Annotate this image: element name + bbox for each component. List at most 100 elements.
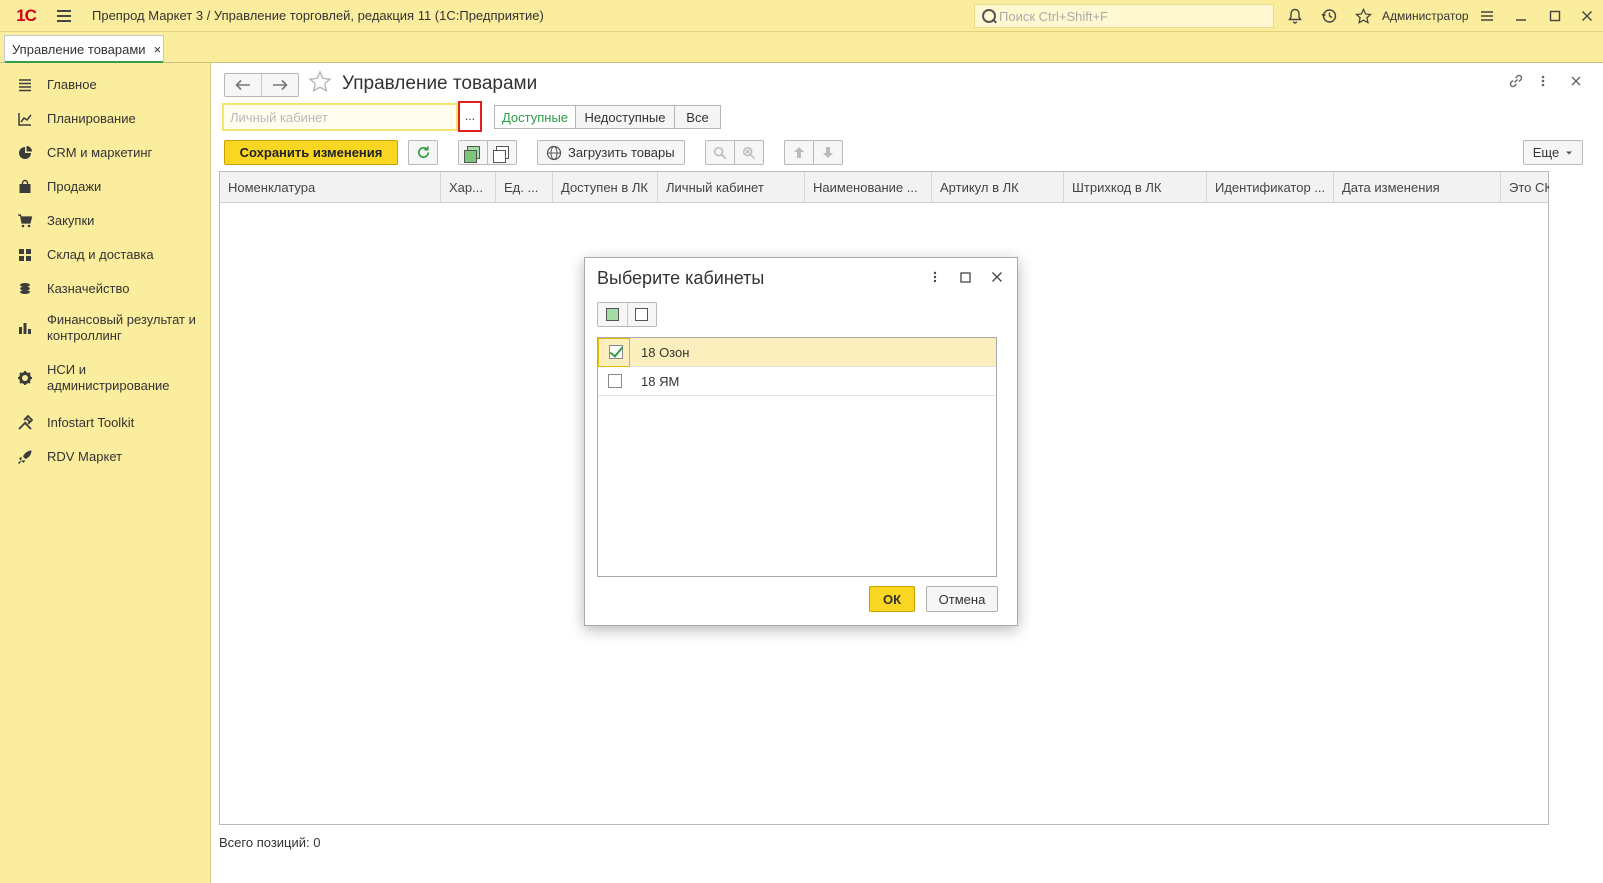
dialog-uncheck-all-button[interactable] xyxy=(626,303,657,326)
check-all-icon xyxy=(463,146,480,163)
lk-filter-field[interactable] xyxy=(222,103,458,131)
planning-chart-icon xyxy=(15,109,35,129)
sidebar-item-finrezultat[interactable]: Финансовый результат и контроллинг xyxy=(0,311,211,345)
favorites-star-icon[interactable] xyxy=(1351,4,1375,28)
settings-lines-icon[interactable] xyxy=(1475,4,1499,28)
col-shtrihkod-v-lk[interactable]: Штрихкод в ЛК xyxy=(1064,172,1207,203)
col-eto-skgt[interactable]: Это СКГТ xyxy=(1501,172,1549,203)
window-title: Препрод Маркет 3 / Управление торговлей,… xyxy=(92,8,544,23)
sidebar-item-glavnoe[interactable]: Главное xyxy=(0,73,211,97)
filter-available-button[interactable]: Доступные xyxy=(494,105,576,129)
checkbox-cell[interactable] xyxy=(598,367,630,396)
more-button[interactable]: Еще xyxy=(1523,140,1583,165)
col-data-izmeneniya[interactable]: Дата изменения xyxy=(1334,172,1501,203)
minimize-icon[interactable] xyxy=(1509,4,1533,28)
load-goods-button[interactable]: Загрузить товары xyxy=(537,140,685,165)
link-icon[interactable] xyxy=(1508,73,1524,93)
refresh-button[interactable] xyxy=(408,140,438,165)
magnifier-icon xyxy=(713,146,727,159)
cancel-search-button[interactable] xyxy=(734,140,764,165)
uncheck-all-button[interactable] xyxy=(487,140,517,165)
total-value: 0 xyxy=(313,835,321,850)
main-menu-icon[interactable] xyxy=(50,0,78,32)
sidebar-item-label: CRM и маркетинг xyxy=(47,145,153,160)
checkbox-cell[interactable] xyxy=(598,337,630,367)
gear-icon xyxy=(15,368,35,388)
sidebar-item-zakupki[interactable]: Закупки xyxy=(0,209,211,233)
move-down-button[interactable] xyxy=(813,140,843,165)
checkbox-unchecked[interactable] xyxy=(608,374,622,388)
select-cabinets-dialog: Выберите кабинеты 18 Озон 18 ЯМ ОК Отмен… xyxy=(584,257,1018,626)
select-lk-button[interactable]: ... xyxy=(458,101,482,132)
logo-text: 1С xyxy=(16,5,37,25)
sidebar-item-sklad[interactable]: Склад и доставка xyxy=(0,243,211,267)
list-item-label: 18 ЯМ xyxy=(641,373,680,389)
sidebar-item-label: Планирование xyxy=(47,111,136,126)
sidebar-item-label: Главное xyxy=(47,77,97,92)
pie-chart-icon xyxy=(15,143,35,163)
col-harakteristika[interactable]: Хар... xyxy=(441,172,496,203)
col-artikul-v-lk[interactable]: Артикул в ЛК xyxy=(932,172,1064,203)
search-button[interactable] xyxy=(705,140,735,165)
sidebar-item-infostart[interactable]: Infostart Toolkit xyxy=(0,411,211,435)
uncheck-all-icon xyxy=(492,146,509,163)
sidebar-item-rdv[interactable]: RDV Маркет xyxy=(0,445,211,469)
sidebar-item-planirovanie[interactable]: Планирование xyxy=(0,107,211,131)
ok-button[interactable]: ОК xyxy=(869,586,915,612)
checkbox-checked[interactable] xyxy=(609,345,623,359)
arrow-down-icon xyxy=(823,147,833,158)
total-label: Всего позиций: xyxy=(219,835,310,850)
forward-arrow-icon[interactable] xyxy=(261,74,298,96)
coins-icon xyxy=(15,279,35,299)
bell-icon[interactable] xyxy=(1283,4,1307,28)
search-input[interactable] xyxy=(999,8,1259,24)
dialog-title: Выберите кабинеты xyxy=(597,268,765,288)
global-search[interactable] xyxy=(974,4,1274,28)
col-nomenklatura[interactable]: Номенклатура xyxy=(220,172,441,203)
sidebar-item-prodazhi[interactable]: Продажи xyxy=(0,175,211,199)
dialog-more-vert-icon[interactable] xyxy=(932,270,938,287)
col-identifikator[interactable]: Идентификатор ... xyxy=(1207,172,1334,203)
tab-close-icon[interactable]: × xyxy=(154,42,162,57)
filter-unavailable-button[interactable]: Недоступные xyxy=(575,105,675,129)
col-dostupen-v-lk[interactable]: Доступен в ЛК xyxy=(553,172,658,203)
cabinets-list[interactable]: 18 Озон 18 ЯМ xyxy=(597,337,997,577)
sidebar-item-kaznacheystvo[interactable]: Казначейство xyxy=(0,277,211,301)
check-all-button[interactable] xyxy=(458,140,488,165)
magnifier-cancel-icon xyxy=(742,146,756,159)
add-favorite-star-icon[interactable] xyxy=(308,70,332,101)
dialog-check-all-button[interactable] xyxy=(598,303,627,326)
save-changes-button[interactable]: Сохранить изменения xyxy=(224,140,398,165)
title-bar: 1С Препрод Маркет 3 / Управление торговл… xyxy=(0,0,1603,32)
col-naimenovanie[interactable]: Наименование ... xyxy=(805,172,932,203)
list-item[interactable]: 18 Озон xyxy=(598,337,996,367)
close-form-icon[interactable] xyxy=(1570,73,1582,91)
col-edinica[interactable]: Ед. ... xyxy=(496,172,553,203)
sidebar-item-label: Склад и доставка xyxy=(47,247,154,262)
col-lichny-kabinet[interactable]: Личный кабинет xyxy=(658,172,805,203)
sidebar-item-crm[interactable]: CRM и маркетинг xyxy=(0,141,211,165)
tab-upravlenie-tovarami[interactable]: Управление товарами × xyxy=(4,35,164,63)
load-goods-label: Загрузить товары xyxy=(568,145,675,160)
list-item[interactable]: 18 ЯМ xyxy=(598,367,996,396)
app-logo[interactable]: 1С xyxy=(8,0,44,32)
sidebar-item-label: RDV Маркет xyxy=(47,449,123,464)
close-window-icon[interactable] xyxy=(1575,4,1599,28)
cancel-button[interactable]: Отмена xyxy=(926,586,998,612)
back-arrow-icon[interactable] xyxy=(225,74,261,96)
dialog-maximize-icon[interactable] xyxy=(960,270,971,286)
filter-all-button[interactable]: Все xyxy=(674,105,721,129)
maximize-icon[interactable] xyxy=(1543,4,1567,28)
more-vert-icon[interactable] xyxy=(1540,73,1546,93)
lk-filter-input[interactable] xyxy=(230,109,450,125)
dialog-toolbar xyxy=(597,302,657,327)
sidebar-item-nsi[interactable]: НСИ и администрирование xyxy=(0,361,211,395)
history-icon[interactable] xyxy=(1317,4,1341,28)
shopping-bag-icon xyxy=(15,177,35,197)
dialog-close-icon[interactable] xyxy=(991,270,1003,286)
check-all-icon xyxy=(605,308,619,321)
sidebar-item-label: НСИ и администрирование xyxy=(47,362,170,393)
warehouse-grid-icon xyxy=(15,245,35,265)
user-name[interactable]: Администратор xyxy=(1382,9,1469,23)
move-up-button[interactable] xyxy=(784,140,814,165)
